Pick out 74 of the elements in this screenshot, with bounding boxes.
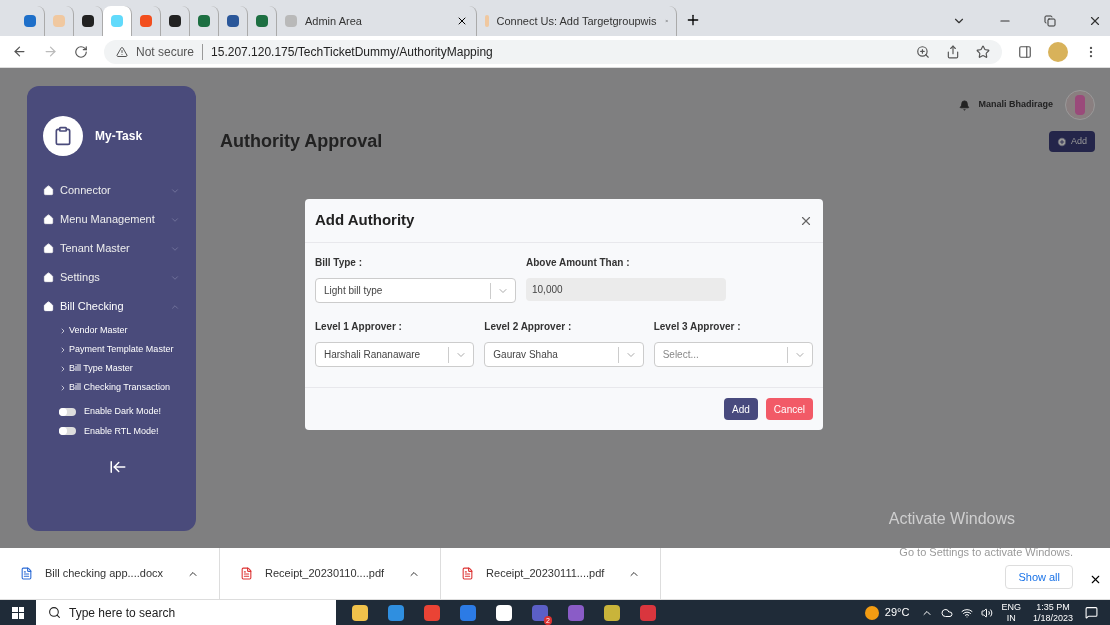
- speaker-icon[interactable]: [981, 606, 994, 619]
- toggle-switch[interactable]: [59, 427, 76, 436]
- home-icon: [43, 243, 54, 254]
- taskbar-app-icon[interactable]: [496, 604, 512, 621]
- submenu-item[interactable]: Payment Template Master: [43, 340, 180, 359]
- wifi-icon[interactable]: [961, 606, 974, 619]
- language-indicator[interactable]: ENG IN: [1001, 601, 1021, 624]
- field-label: Level 1 Approver :: [315, 320, 403, 334]
- address-bar[interactable]: Not secure 15.207.120.175/TechTicketDummy/AuthorityMapping: [104, 39, 1002, 64]
- field-label: Bill Type :: [315, 256, 364, 270]
- side-panel-icon[interactable]: [1018, 44, 1032, 59]
- add-button[interactable]: Add: [1049, 131, 1095, 152]
- sidebar-item[interactable]: Bill Checking: [43, 292, 180, 321]
- taskbar-app-icon[interactable]: [604, 604, 620, 621]
- taskbar-search-field[interactable]: Type here to search: [36, 600, 336, 625]
- taskbar-app-icon[interactable]: [352, 604, 368, 621]
- submenu-item[interactable]: Bill Checking Transaction: [43, 378, 180, 397]
- toggle-label: Enable RTL Mode!: [84, 424, 159, 438]
- temperature: 29°C: [884, 605, 910, 621]
- search-icon: [48, 606, 61, 619]
- submenu-item[interactable]: Bill Type Master: [43, 359, 180, 378]
- download-item[interactable]: Receipt_20230111....pdf: [441, 548, 662, 599]
- clock[interactable]: 1:35 PM 1/18/2023: [1032, 601, 1073, 624]
- show-all-button[interactable]: Show all: [1005, 564, 1073, 589]
- back-icon[interactable]: [12, 44, 27, 59]
- caret-right-icon: [59, 384, 67, 392]
- amount-field[interactable]: 10,000: [526, 278, 726, 301]
- notifications-icon[interactable]: [1085, 606, 1098, 619]
- new-tab-icon[interactable]: [685, 12, 701, 28]
- sidebar-item[interactable]: Tenant Master: [43, 234, 180, 263]
- cloud-icon[interactable]: [941, 606, 954, 619]
- toggle-switch[interactable]: [59, 407, 76, 416]
- document-file-icon: [20, 567, 33, 580]
- toggle-label: Enable Dark Mode!: [84, 405, 162, 418]
- home-icon: [43, 185, 54, 196]
- select-field[interactable]: Gaurav Shaha: [484, 342, 644, 367]
- pdf-file-icon: [461, 567, 475, 580]
- plus-circle-icon: [1057, 136, 1067, 147]
- weather-sun-icon: [864, 605, 879, 620]
- submenu-item[interactable]: Vendor Master: [43, 321, 180, 340]
- field-label: Level 3 Approver :: [653, 320, 742, 334]
- star-icon[interactable]: [976, 44, 990, 59]
- brand-name: My-Task: [95, 128, 143, 145]
- select-field[interactable]: Light bill type: [315, 278, 516, 303]
- zoom-icon[interactable]: [916, 44, 930, 59]
- home-icon: [43, 214, 54, 225]
- activation-hint: Go to Settings to activate Windows.: [899, 545, 1073, 561]
- reload-icon[interactable]: [74, 44, 88, 59]
- sidebar-item[interactable]: Menu Management: [43, 205, 180, 234]
- add-button[interactable]: Add: [724, 398, 758, 420]
- download-item[interactable]: Receipt_20230110....pdf: [220, 548, 442, 599]
- share-icon[interactable]: [946, 44, 960, 59]
- home-icon: [43, 272, 54, 283]
- dialog-title: Add Authority: [315, 210, 415, 231]
- select-field[interactable]: Select...: [653, 342, 813, 367]
- home-icon: [43, 301, 54, 312]
- sidebar-item[interactable]: Connector: [43, 176, 180, 205]
- select-field[interactable]: Harshali Rananaware: [315, 342, 475, 367]
- caret-right-icon: [59, 327, 67, 335]
- bell-icon[interactable]: [959, 99, 971, 111]
- caret-right-icon: [59, 365, 67, 373]
- field-label: Level 2 Approver :: [484, 320, 573, 334]
- page-title: Authority Approval: [220, 130, 383, 153]
- collapse-arrow-icon[interactable]: [108, 458, 127, 476]
- restore-icon[interactable]: [1044, 15, 1056, 27]
- warning-icon: [116, 45, 128, 58]
- pdf-file-icon: [240, 567, 253, 580]
- clipboard-logo-icon: [43, 116, 83, 156]
- field-label: Above Amount Than :: [526, 256, 631, 270]
- activation-title: Activate Windows: [888, 509, 1015, 529]
- user-name: Manali Bhadirage: [978, 98, 1053, 112]
- caret-right-icon: [59, 346, 67, 354]
- download-item[interactable]: Bill checking app....docx: [0, 548, 220, 599]
- sidebar-item[interactable]: Settings: [43, 263, 180, 292]
